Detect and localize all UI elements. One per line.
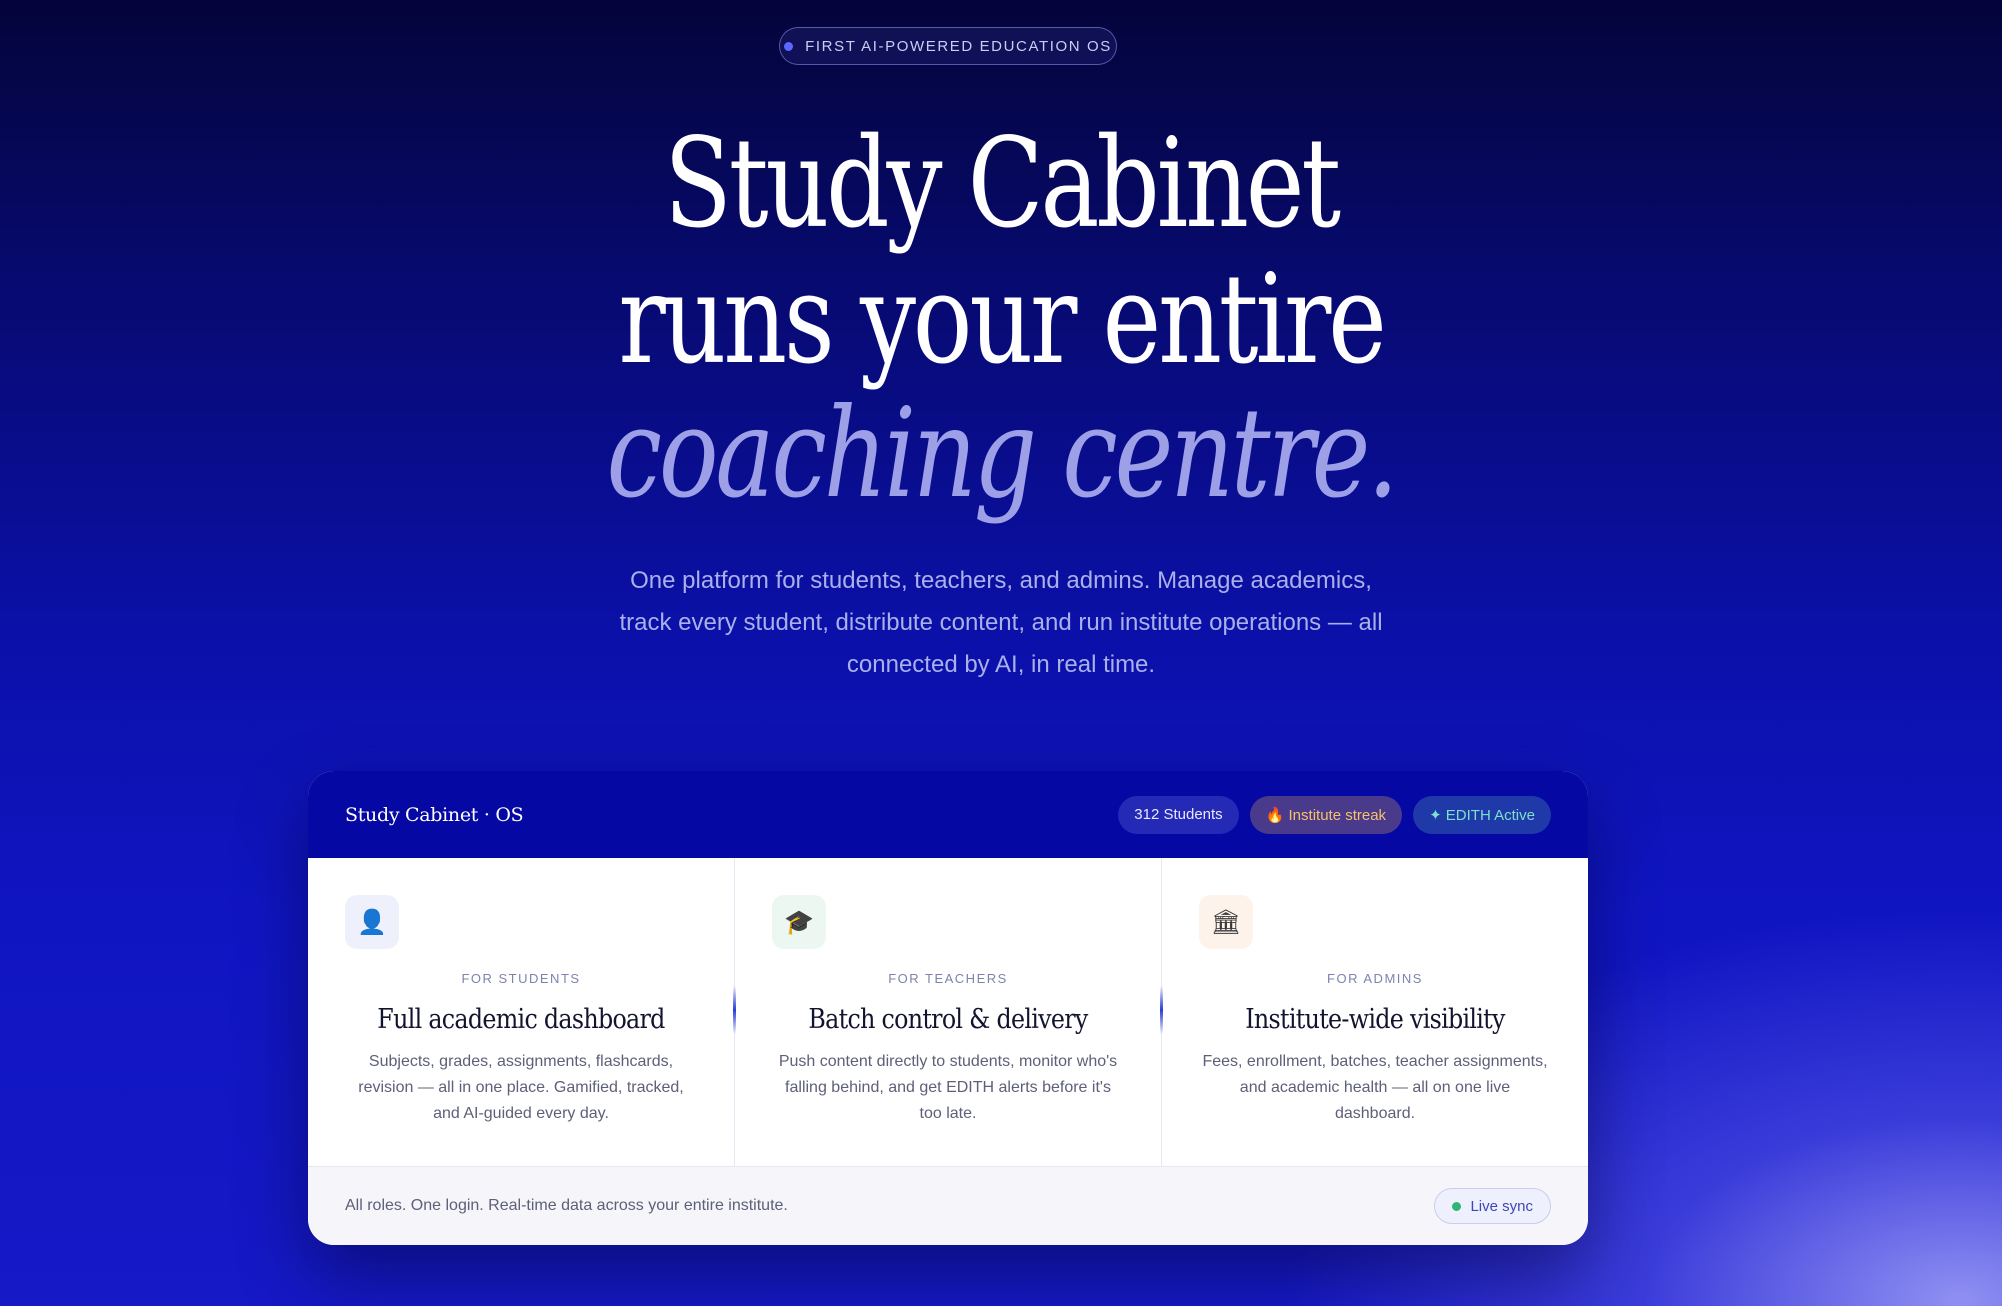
role-title: Batch control & delivery xyxy=(808,1004,1088,1035)
institution-icon: 🏛 xyxy=(1199,895,1253,949)
preview-footer: All roles. One login. Real-time data acr… xyxy=(308,1166,1588,1245)
role-column-students: 👤 FOR STUDENTS Full academic dashboard S… xyxy=(308,858,735,1166)
person-icon: 👤 xyxy=(345,895,399,949)
footer-text: All roles. One login. Real-time data acr… xyxy=(345,1197,788,1214)
role-title: Institute-wide visibility xyxy=(1245,1004,1505,1035)
students-count-badge: 312 Students xyxy=(1118,795,1239,834)
role-eyebrow: FOR TEACHERS xyxy=(888,971,1008,986)
role-column-admins: 🏛 FOR ADMINS Institute-wide visibility F… xyxy=(1160,858,1588,1166)
column-accent-divider xyxy=(1160,986,1163,1034)
edith-active-badge: ✦ EDITH Active xyxy=(1413,795,1551,834)
live-dot-icon xyxy=(1452,1201,1462,1211)
product-preview-card: Study Cabinet · OS 312 Students 🔥 Instit… xyxy=(308,771,1588,1245)
headline-line-1: Study Cabinet xyxy=(664,112,1341,256)
role-columns: 👤 FOR STUDENTS Full academic dashboard S… xyxy=(308,858,1588,1166)
preview-brand: Study Cabinet · OS xyxy=(345,803,524,826)
role-description: Fees, enrollment, batches, teacher assig… xyxy=(1202,1053,1548,1122)
live-sync-badge: Live sync xyxy=(1434,1188,1551,1224)
hero-eyebrow-text: FIRST AI-POWERED EDUCATION OS xyxy=(805,37,1112,55)
role-description: Subjects, grades, assignments, flashcard… xyxy=(358,1053,684,1122)
role-title: Full academic dashboard xyxy=(377,1004,665,1035)
status-dot-icon xyxy=(784,41,794,51)
institute-streak-badge: 🔥 Institute streak xyxy=(1249,795,1403,834)
role-eyebrow: FOR ADMINS xyxy=(1327,971,1423,986)
hero-eyebrow-pill: FIRST AI-POWERED EDUCATION OS xyxy=(779,27,1117,65)
headline-line-3: coaching centre. xyxy=(606,382,1399,526)
hero-subtext: One platform for students, teachers, and… xyxy=(619,567,1383,678)
role-eyebrow: FOR STUDENTS xyxy=(461,971,581,986)
graduation-cap-icon: 🎓 xyxy=(772,895,826,949)
role-description: Push content directly to students, monit… xyxy=(778,1053,1118,1122)
preview-badges: 312 Students 🔥 Institute streak ✦ EDITH … xyxy=(1118,795,1551,834)
headline-line-2: runs your entire xyxy=(618,248,1387,392)
preview-header: Study Cabinet · OS 312 Students 🔥 Instit… xyxy=(308,771,1588,858)
column-accent-divider xyxy=(733,986,736,1034)
live-sync-label: Live sync xyxy=(1470,1197,1533,1215)
role-column-teachers: 🎓 FOR TEACHERS Batch control & delivery … xyxy=(733,858,1162,1166)
